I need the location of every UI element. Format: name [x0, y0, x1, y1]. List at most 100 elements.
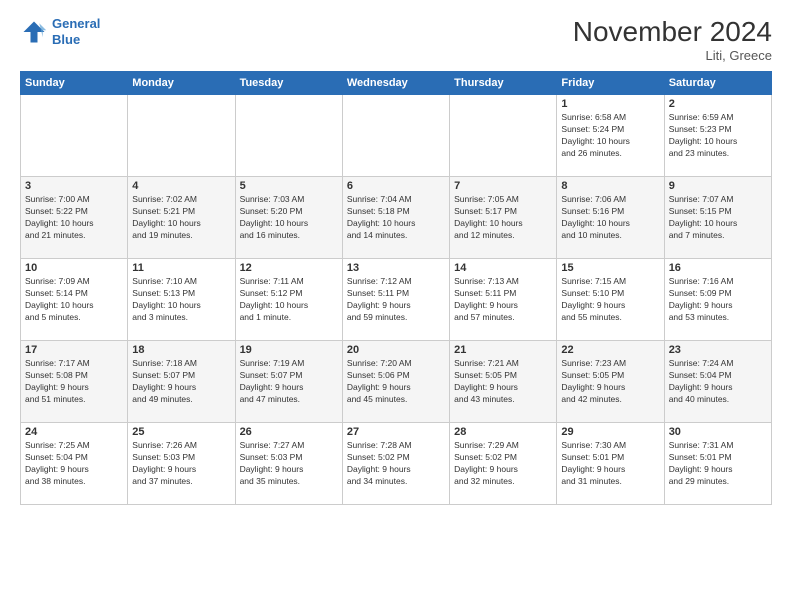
day-number: 29	[561, 426, 659, 438]
location: Liti, Greece	[573, 48, 772, 63]
day-info: Sunrise: 6:59 AM Sunset: 5:23 PM Dayligh…	[669, 112, 767, 160]
table-row: 14 Sunrise: 7:13 AM Sunset: 5:11 PM Dayli…	[450, 259, 557, 341]
day-info: Sunrise: 7:30 AM Sunset: 5:01 PM Dayligh…	[561, 440, 659, 488]
day-number: 22	[561, 344, 659, 356]
day-info: Sunrise: 7:28 AM Sunset: 5:02 PM Dayligh…	[347, 440, 445, 488]
day-number: 25	[132, 426, 230, 438]
day-number: 18	[132, 344, 230, 356]
day-number: 1	[561, 98, 659, 110]
day-info: Sunrise: 7:11 AM Sunset: 5:12 PM Dayligh…	[240, 276, 338, 324]
table-row: 30 Sunrise: 7:31 AM Sunset: 5:01 PM Dayli…	[664, 423, 771, 505]
calendar-table: Sunday Monday Tuesday Wednesday Thursday…	[20, 71, 772, 505]
table-row: 15 Sunrise: 7:15 AM Sunset: 5:10 PM Dayli…	[557, 259, 664, 341]
day-info: Sunrise: 7:24 AM Sunset: 5:04 PM Dayligh…	[669, 358, 767, 406]
calendar-week-row: 17 Sunrise: 7:17 AM Sunset: 5:08 PM Dayli…	[21, 341, 772, 423]
day-info: Sunrise: 7:03 AM Sunset: 5:20 PM Dayligh…	[240, 194, 338, 242]
day-number: 14	[454, 262, 552, 274]
day-number: 4	[132, 180, 230, 192]
logo-text: General Blue	[52, 16, 100, 47]
day-info: Sunrise: 7:00 AM Sunset: 5:22 PM Dayligh…	[25, 194, 123, 242]
day-number: 26	[240, 426, 338, 438]
table-row: 11 Sunrise: 7:10 AM Sunset: 5:13 PM Dayli…	[128, 259, 235, 341]
table-row	[235, 95, 342, 177]
day-info: Sunrise: 7:21 AM Sunset: 5:05 PM Dayligh…	[454, 358, 552, 406]
table-row: 25Sunrise: 7:26 AM Sunset: 5:03 PM Dayli…	[128, 423, 235, 505]
table-row	[450, 95, 557, 177]
logo-line2: Blue	[52, 32, 80, 47]
table-row: 12 Sunrise: 7:11 AM Sunset: 5:12 PM Dayli…	[235, 259, 342, 341]
table-row: 5 Sunrise: 7:03 AM Sunset: 5:20 PM Daylig…	[235, 177, 342, 259]
day-info: Sunrise: 7:27 AM Sunset: 5:03 PM Dayligh…	[240, 440, 338, 488]
table-row: 23 Sunrise: 7:24 AM Sunset: 5:04 PM Dayli…	[664, 341, 771, 423]
day-number: 6	[347, 180, 445, 192]
table-row: 7 Sunrise: 7:05 AM Sunset: 5:17 PM Daylig…	[450, 177, 557, 259]
table-row: 27 Sunrise: 7:28 AM Sunset: 5:02 PM Dayli…	[342, 423, 449, 505]
table-row: 24 Sunrise: 7:25 AM Sunset: 5:04 PM Dayli…	[21, 423, 128, 505]
col-wednesday: Wednesday	[342, 72, 449, 95]
logo-line1: General	[52, 16, 100, 31]
day-number: 5	[240, 180, 338, 192]
table-row: 4 Sunrise: 7:02 AM Sunset: 5:21 PM Daylig…	[128, 177, 235, 259]
day-number: 30	[669, 426, 767, 438]
day-info: Sunrise: 7:09 AM Sunset: 5:14 PM Dayligh…	[25, 276, 123, 324]
table-row: 26 Sunrise: 7:27 AM Sunset: 5:03 PM Dayli…	[235, 423, 342, 505]
day-info: Sunrise: 7:20 AM Sunset: 5:06 PM Dayligh…	[347, 358, 445, 406]
day-info: Sunrise: 7:06 AM Sunset: 5:16 PM Dayligh…	[561, 194, 659, 242]
table-row: 1 Sunrise: 6:58 AM Sunset: 5:24 PM Daylig…	[557, 95, 664, 177]
day-number: 19	[240, 344, 338, 356]
day-info: Sunrise: 7:07 AM Sunset: 5:15 PM Dayligh…	[669, 194, 767, 242]
day-number: 12	[240, 262, 338, 274]
table-row: 22 Sunrise: 7:23 AM Sunset: 5:05 PM Dayli…	[557, 341, 664, 423]
page: General Blue November 2024 Liti, Greece …	[0, 0, 792, 612]
day-info: Sunrise: 7:15 AM Sunset: 5:10 PM Dayligh…	[561, 276, 659, 324]
day-info: Sunrise: 7:23 AM Sunset: 5:05 PM Dayligh…	[561, 358, 659, 406]
day-info: Sunrise: 7:17 AM Sunset: 5:08 PM Dayligh…	[25, 358, 123, 406]
day-info: Sunrise: 7:12 AM Sunset: 5:11 PM Dayligh…	[347, 276, 445, 324]
table-row	[128, 95, 235, 177]
month-title: November 2024	[573, 16, 772, 48]
day-info: Sunrise: 7:25 AM Sunset: 5:04 PM Dayligh…	[25, 440, 123, 488]
header: General Blue November 2024 Liti, Greece	[20, 16, 772, 63]
day-number: 13	[347, 262, 445, 274]
day-number: 21	[454, 344, 552, 356]
day-info: Sunrise: 7:19 AM Sunset: 5:07 PM Dayligh…	[240, 358, 338, 406]
day-info: Sunrise: 6:58 AM Sunset: 5:24 PM Dayligh…	[561, 112, 659, 160]
col-tuesday: Tuesday	[235, 72, 342, 95]
title-block: November 2024 Liti, Greece	[573, 16, 772, 63]
day-number: 16	[669, 262, 767, 274]
table-row: 3 Sunrise: 7:00 AM Sunset: 5:22 PM Daylig…	[21, 177, 128, 259]
table-row: 28Sunrise: 7:29 AM Sunset: 5:02 PM Dayli…	[450, 423, 557, 505]
table-row: 17 Sunrise: 7:17 AM Sunset: 5:08 PM Dayli…	[21, 341, 128, 423]
day-number: 7	[454, 180, 552, 192]
table-row: 6 Sunrise: 7:04 AM Sunset: 5:18 PM Daylig…	[342, 177, 449, 259]
table-row: 19 Sunrise: 7:19 AM Sunset: 5:07 PM Dayli…	[235, 341, 342, 423]
table-row: 29 Sunrise: 7:30 AM Sunset: 5:01 PM Dayli…	[557, 423, 664, 505]
day-info: Sunrise: 7:29 AM Sunset: 5:02 PM Dayligh…	[454, 440, 552, 488]
day-info: Sunrise: 7:05 AM Sunset: 5:17 PM Dayligh…	[454, 194, 552, 242]
calendar-header-row: Sunday Monday Tuesday Wednesday Thursday…	[21, 72, 772, 95]
day-info: Sunrise: 7:02 AM Sunset: 5:21 PM Dayligh…	[132, 194, 230, 242]
day-info: Sunrise: 7:10 AM Sunset: 5:13 PM Dayligh…	[132, 276, 230, 324]
table-row: 18Sunrise: 7:18 AM Sunset: 5:07 PM Dayli…	[128, 341, 235, 423]
col-thursday: Thursday	[450, 72, 557, 95]
day-number: 17	[25, 344, 123, 356]
table-row	[342, 95, 449, 177]
day-number: 15	[561, 262, 659, 274]
calendar-week-row: 3 Sunrise: 7:00 AM Sunset: 5:22 PM Daylig…	[21, 177, 772, 259]
col-monday: Monday	[128, 72, 235, 95]
day-number: 11	[132, 262, 230, 274]
day-number: 23	[669, 344, 767, 356]
day-number: 2	[669, 98, 767, 110]
day-info: Sunrise: 7:13 AM Sunset: 5:11 PM Dayligh…	[454, 276, 552, 324]
table-row: 10 Sunrise: 7:09 AM Sunset: 5:14 PM Dayli…	[21, 259, 128, 341]
day-number: 10	[25, 262, 123, 274]
calendar-week-row: 1 Sunrise: 6:58 AM Sunset: 5:24 PM Daylig…	[21, 95, 772, 177]
calendar-week-row: 10 Sunrise: 7:09 AM Sunset: 5:14 PM Dayli…	[21, 259, 772, 341]
day-number: 27	[347, 426, 445, 438]
table-row: 16Sunrise: 7:16 AM Sunset: 5:09 PM Dayli…	[664, 259, 771, 341]
day-info: Sunrise: 7:31 AM Sunset: 5:01 PM Dayligh…	[669, 440, 767, 488]
day-number: 24	[25, 426, 123, 438]
day-info: Sunrise: 7:04 AM Sunset: 5:18 PM Dayligh…	[347, 194, 445, 242]
day-number: 3	[25, 180, 123, 192]
day-number: 20	[347, 344, 445, 356]
